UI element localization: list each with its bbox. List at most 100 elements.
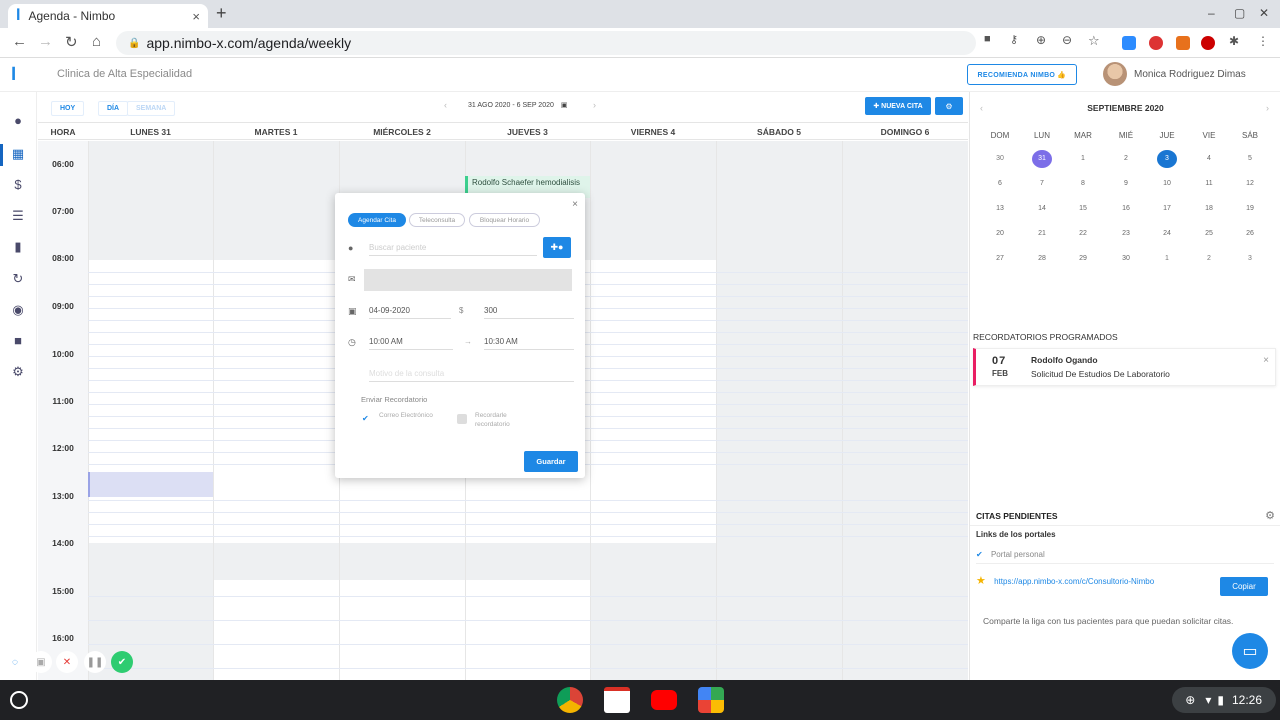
calendar-day[interactable]: 2 (1116, 150, 1136, 168)
reminder-card[interactable]: 07 FEB Rodolfo Ogando Solicitud De Estud… (973, 348, 1276, 386)
chat-icon[interactable]: ◉ (11, 303, 25, 317)
reason-input[interactable]: Motivo de la consulta (369, 364, 574, 382)
calendar-day[interactable]: 5 (1240, 150, 1260, 168)
calendar-day[interactable]: 26 (1240, 225, 1260, 243)
recorder-logo-icon[interactable]: ◌ (4, 651, 26, 673)
close-window-icon[interactable]: ✕ (1259, 6, 1269, 20)
calendar-day[interactable]: 21 (1032, 225, 1052, 243)
browser-tab[interactable]: ꟾ Agenda - Nimbo × (8, 4, 208, 28)
calendar-day[interactable]: 24 (1157, 225, 1177, 243)
email-field[interactable] (364, 269, 572, 291)
calendar-day[interactable]: 29 (1073, 250, 1093, 268)
gmail-icon[interactable] (604, 687, 630, 713)
calendar-day[interactable]: 10 (1157, 175, 1177, 193)
user-name[interactable]: Monica Rodriguez Dimas (1134, 69, 1246, 80)
prev-week-icon[interactable]: ‹ (444, 100, 447, 110)
calendar-day[interactable]: 31 (1032, 150, 1052, 168)
recorder-done-icon[interactable]: ✔ (111, 651, 133, 673)
refresh-icon[interactable]: ↻ (11, 272, 25, 286)
start-time-input[interactable]: 10:00 AM (369, 332, 453, 350)
save-button[interactable]: Guardar (524, 451, 578, 472)
add-circle-icon[interactable]: ⊕ (1036, 33, 1046, 47)
zoom-icon[interactable]: ⊖ (1062, 33, 1072, 47)
add-patient-button[interactable]: ✚● (543, 237, 571, 258)
day-view-button[interactable]: DÍA (98, 101, 129, 116)
calendar-day[interactable]: 11 (1199, 175, 1219, 193)
calendar-day[interactable]: 23 (1116, 225, 1136, 243)
calendar-day[interactable]: 3 (1157, 150, 1177, 168)
gear-icon[interactable]: ⚙ (1265, 509, 1275, 522)
price-input[interactable]: 300 (484, 301, 574, 319)
calendar-day[interactable]: 12 (1240, 175, 1260, 193)
next-month-icon[interactable]: › (1266, 103, 1269, 113)
copy-button[interactable]: Copiar (1220, 577, 1268, 596)
portal-select[interactable]: ✔ Portal personal (976, 546, 1274, 564)
bar-chart-icon[interactable]: ▮ (11, 240, 25, 254)
nimbo-app-logo-icon[interactable]: ꟾ (11, 67, 16, 84)
back-icon[interactable]: ← (12, 33, 27, 50)
patient-search-input[interactable]: Buscar paciente (369, 238, 537, 256)
play-store-icon[interactable] (698, 687, 724, 713)
calendar-day[interactable]: 13 (990, 200, 1010, 218)
reminder-close-icon[interactable]: × (1263, 355, 1269, 366)
modal-close-icon[interactable]: × (572, 199, 578, 210)
extension-red-icon[interactable] (1149, 36, 1163, 50)
tab-schedule-appointment[interactable]: Agendar Cita (348, 213, 406, 227)
selected-slot[interactable] (88, 472, 213, 497)
calendar-day[interactable]: 1 (1157, 250, 1177, 268)
tab-teleconsultation[interactable]: Teleconsulta (409, 213, 465, 227)
chat-support-button[interactable]: ▭ (1232, 633, 1268, 669)
calendar-day[interactable]: 19 (1240, 200, 1260, 218)
date-input[interactable]: 04-09-2020 (369, 301, 451, 319)
menu-kebab-icon[interactable]: ⋮ (1257, 34, 1269, 48)
gear-icon[interactable]: ⚙ (11, 365, 25, 379)
user-icon[interactable]: ● (11, 114, 25, 128)
end-time-input[interactable]: 10:30 AM (484, 332, 574, 350)
new-appointment-button[interactable]: ✚ NUEVA CITA (865, 97, 931, 115)
recommend-nimbo-button[interactable]: RECOMIENDA NIMBO 👍 (967, 64, 1077, 85)
recorder-pause-icon[interactable]: ❚❚ (84, 651, 106, 673)
recorder-camera-icon[interactable]: ▣ (30, 651, 52, 673)
adblock-icon[interactable] (1201, 36, 1215, 50)
key-icon[interactable]: ⚷ (1010, 33, 1018, 46)
bookmark-star-icon[interactable]: ☆ (1088, 33, 1100, 49)
tab-block-schedule[interactable]: Bloquear Horario (469, 213, 540, 227)
date-range[interactable]: 31 AGO 2020 - 6 SEP 2020 ▣ (468, 101, 567, 109)
calendar-day[interactable]: 9 (1116, 175, 1136, 193)
reload-icon[interactable]: ↻ (65, 33, 78, 51)
chrome-icon[interactable] (557, 687, 583, 713)
calendar-day[interactable]: 27 (990, 250, 1010, 268)
next-week-icon[interactable]: › (593, 100, 596, 110)
zoom-extension-icon[interactable] (1122, 36, 1136, 50)
recorder-cancel-icon[interactable]: ✕ (56, 651, 78, 673)
calendar-day[interactable]: 20 (990, 225, 1010, 243)
calendar-day[interactable]: 15 (1073, 200, 1093, 218)
calendar-day[interactable]: 28 (1032, 250, 1052, 268)
today-button[interactable]: HOY (51, 101, 85, 116)
system-tray[interactable]: ⊕ ▾ ▮ 12:26 (1172, 687, 1276, 713)
calendar-day[interactable]: 16 (1116, 200, 1136, 218)
portal-link[interactable]: ★ https://app.nimbo-x.com/c/Consultorio-… (976, 574, 1154, 587)
calendar-settings-button[interactable]: ⚙ (935, 97, 963, 115)
calendar-day[interactable]: 25 (1199, 225, 1219, 243)
calendar-day[interactable]: 7 (1032, 175, 1052, 193)
maximize-icon[interactable]: ▢ (1234, 6, 1245, 20)
new-tab-button[interactable]: + (216, 3, 227, 24)
launcher-icon[interactable] (10, 691, 28, 709)
extensions-puzzle-icon[interactable]: ✱ (1229, 34, 1239, 48)
url-input[interactable]: 🔒 app.nimbo-x.com/agenda/weekly (116, 31, 976, 55)
minimize-icon[interactable]: – (1208, 6, 1215, 20)
forward-icon[interactable]: → (38, 33, 53, 50)
calendar-day[interactable]: 2 (1199, 250, 1219, 268)
calendar-day[interactable]: 14 (1032, 200, 1052, 218)
calendar-day[interactable]: 1 (1073, 150, 1093, 168)
email-reminder-checkbox[interactable]: ✔ (362, 414, 372, 424)
calendar-day[interactable]: 18 (1199, 200, 1219, 218)
home-icon[interactable]: ⌂ (92, 33, 101, 50)
calendar-day[interactable]: 4 (1199, 150, 1219, 168)
calendar-icon[interactable]: ▦ (11, 147, 25, 161)
extra-reminder-checkbox[interactable] (457, 414, 467, 424)
avatar[interactable] (1103, 62, 1127, 86)
calendar-day[interactable]: 22 (1073, 225, 1093, 243)
calendar-day[interactable]: 30 (1116, 250, 1136, 268)
